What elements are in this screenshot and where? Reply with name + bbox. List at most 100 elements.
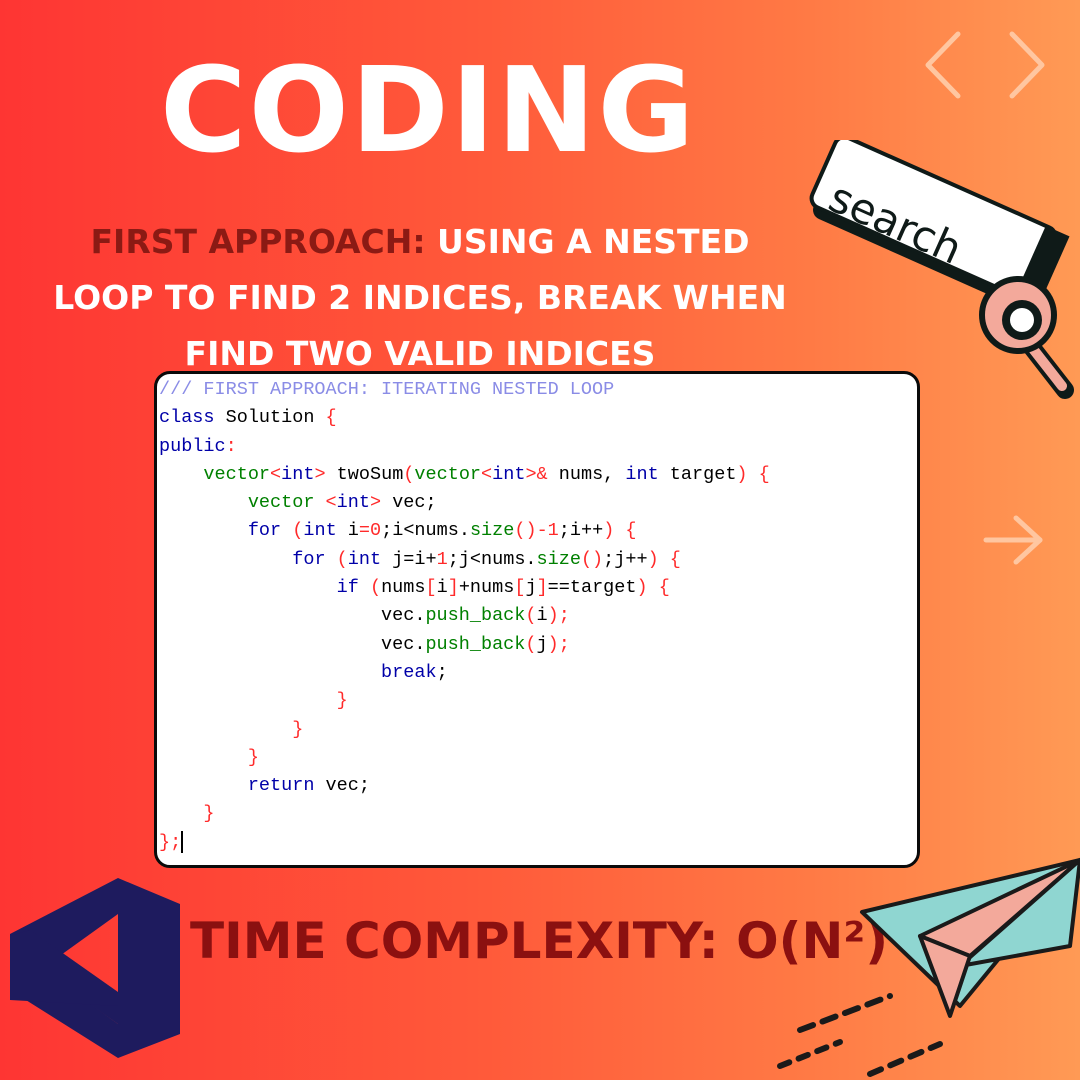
code-token: vector [247,492,315,514]
code-token: ] [447,577,459,599]
code-token: ( [325,548,348,570]
code-token: } [336,690,348,712]
code-token: } [247,746,259,768]
magnifier-icon [979,276,1074,399]
code-token: } [203,803,215,825]
code-token: if [336,577,359,599]
code-token: < [481,463,493,485]
code-token: size [536,548,581,570]
text-cursor [181,830,184,853]
code-token: 1 [547,520,559,542]
code-token: int [625,463,659,485]
code-token: Solution [214,407,326,429]
code-token: ( [525,633,537,655]
code-token: vec. [159,605,426,627]
code-token: public [159,435,226,457]
code-line: break; [159,659,917,687]
code-token: for [292,548,326,570]
code-brackets-icon [925,31,1045,99]
code-token: return [247,775,315,797]
code-token: push_back [425,633,526,655]
code-token: ) { [603,520,637,542]
code-block: /// FIRST APPROACH: ITERATING NESTED LOO… [157,374,917,857]
arrow-right-icon [983,515,1043,565]
code-token: >& [525,463,548,485]
code-token: target [658,463,737,485]
code-line: for (int i=0;i<nums.size()-1;i++) { [159,517,917,545]
code-token: nums, [547,463,626,485]
code-token: ); [547,633,570,655]
code-token: vec; [314,775,370,797]
code-token: break [381,661,437,683]
code-token: ;j++ [603,548,648,570]
code-line: public: [159,433,917,461]
code-token: vector [414,463,482,485]
code-token: int [281,463,315,485]
code-line: class Solution { [159,404,917,432]
code-token: i [336,520,359,542]
code-token: vec. [159,633,426,655]
approach-heading: FIRST APPROACH: USING A NESTED LOOP TO F… [0,214,840,382]
code-token: } [292,718,304,740]
code-token: int [336,492,370,514]
code-line: } [159,800,917,828]
code-token: vector [203,463,271,485]
code-token: ( [281,520,304,542]
code-token: 1 [436,548,448,570]
code-token: j [536,633,548,655]
code-token: ) { [636,577,670,599]
code-line: vector<int> twoSum(vector<int>& nums, in… [159,461,917,489]
heading-lead: FIRST APPROACH: [90,222,426,261]
heading-line2: LOOP TO FIND 2 INDICES, BREAK WHEN [53,278,787,317]
code-token: ( [358,577,382,599]
code-token: twoSum [325,463,404,485]
code-line: } [159,687,917,715]
code-token: () [580,548,604,570]
code-token: nums [381,577,426,599]
code-line: for (int j=i+1;j<nums.size();j++) { [159,546,917,574]
code-token: > [369,492,382,514]
code-line: vec.push_back(i); [159,602,917,630]
code-token: ) { [647,548,681,570]
heading-line1-rest: USING A NESTED [425,222,750,261]
code-token: +nums [458,577,515,599]
code-token: ( [403,463,415,485]
code-token: ;i++ [558,520,604,542]
code-token: ] [536,577,548,599]
code-line: }; [159,829,917,857]
code-token: ;j<nums. [447,548,537,570]
code-token: ;i<nums. [381,520,470,542]
code-token: [ [514,577,526,599]
code-token: size [469,520,515,542]
code-token: > [314,463,326,485]
code-line: return vec; [159,772,917,800]
code-token: ( [525,605,537,627]
page-title: CODING [160,41,697,179]
code-token: [ [425,577,437,599]
code-token: }; [159,831,182,853]
paper-plane-icon [777,858,1080,1077]
code-token: = [358,520,370,542]
code-token: /// FIRST APPROACH: ITERATING NESTED LOO… [159,379,615,400]
code-line: vec.push_back(j); [159,631,917,659]
code-token: ); [547,605,570,627]
code-token: int [492,463,526,485]
code-token: < [314,492,337,514]
code-snippet: /// FIRST APPROACH: ITERATING NESTED LOO… [154,371,920,868]
code-line: vector <int> vec; [159,489,917,517]
code-token: ) { [736,463,770,485]
code-token: 0 [370,520,382,542]
code-token: { [325,407,337,429]
code-token: : [225,435,237,457]
code-token: push_back [425,605,526,627]
code-token: int [347,548,382,570]
